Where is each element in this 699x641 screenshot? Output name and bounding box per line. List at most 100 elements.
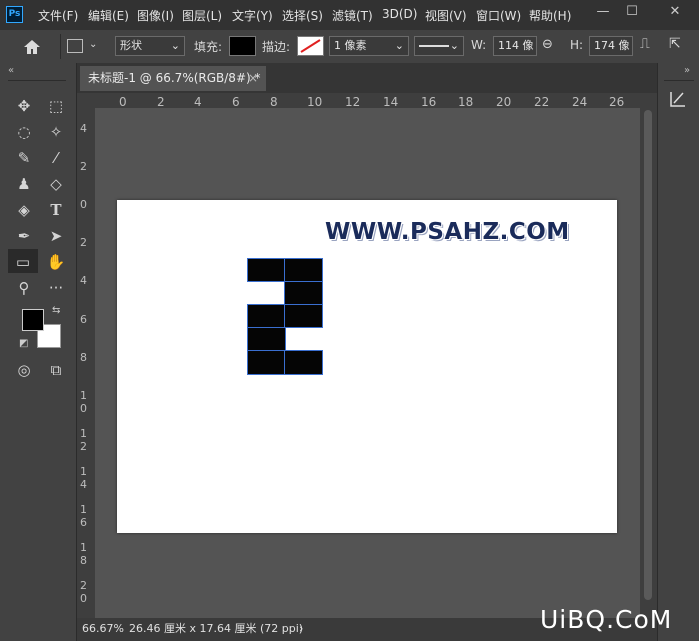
eraser-tool-icon[interactable]: ◇	[44, 173, 68, 195]
stroke-width-select[interactable]: 1 像素 ⌄	[329, 36, 409, 56]
rectangle-tool-icon[interactable]: ▭	[11, 251, 35, 273]
document-tab-title: 未标题-1 @ 66.7%(RGB/8#) *	[88, 71, 261, 85]
ruler-tick-label: 18	[458, 95, 474, 109]
shape-block[interactable]	[247, 327, 286, 351]
properties-panel-icon[interactable]	[668, 89, 688, 109]
menu-file[interactable]: 文件(F)	[38, 7, 78, 24]
foreground-color-swatch[interactable]	[22, 309, 44, 331]
zoom-level[interactable]: 66.67%	[82, 618, 124, 639]
stroke-type-select[interactable]: ⌄	[414, 36, 464, 56]
width-input[interactable]: 114 像	[493, 36, 537, 56]
shape-block[interactable]	[247, 304, 286, 328]
type-tool-icon[interactable]: T	[44, 199, 68, 221]
menu-image[interactable]: 图像(I)	[137, 7, 174, 24]
menu-filter[interactable]: 滤镜(T)	[332, 7, 373, 24]
photoshop-logo-icon[interactable]: Ps	[6, 6, 23, 23]
line-style-icon	[419, 45, 449, 47]
menu-select[interactable]: 选择(S)	[282, 7, 323, 24]
path-select-tool-icon[interactable]: ➤	[44, 225, 68, 247]
ruler-tick-label: 4	[194, 95, 202, 109]
chevron-down-icon: ⌄	[394, 39, 404, 52]
restore-button[interactable]: ☐	[617, 0, 647, 26]
menu-type[interactable]: 文字(Y)	[232, 7, 273, 24]
eyedropper-tool-icon[interactable]: ✎	[12, 147, 36, 169]
ruler-tick-label: 8	[80, 351, 87, 364]
scrollbar-thumb[interactable]	[644, 110, 652, 600]
path-operations-icon[interactable]: ⎍	[640, 36, 650, 52]
ruler-tick-label: 6	[80, 516, 87, 529]
vertical-ruler[interactable]: 4 2 0 2 4 6 8 1 0 1 2 1 4 1 6 1 8 2 0	[77, 108, 96, 618]
menu-help[interactable]: 帮助(H)	[529, 7, 571, 24]
ruler-tick-label: 2	[80, 160, 87, 173]
chevron-down-icon[interactable]: ⌄	[89, 39, 97, 50]
lasso-tool-icon[interactable]: ◌	[12, 121, 36, 143]
shape-block[interactable]	[284, 350, 323, 375]
ruler-tick-label: 20	[496, 95, 512, 109]
shape-block[interactable]	[284, 304, 323, 328]
minimize-button[interactable]: —	[588, 0, 618, 26]
ruler-tick-label: 14	[383, 95, 399, 109]
document-tab[interactable]: 未标题-1 @ 66.7%(RGB/8#) * ×	[80, 66, 266, 91]
ruler-tick-label: 2	[157, 95, 165, 109]
footer-watermark: UiBQ.CoM	[540, 605, 673, 634]
shape-rect-icon[interactable]	[67, 39, 83, 53]
close-window-button[interactable]: ✕	[660, 0, 690, 26]
menu-edit[interactable]: 编辑(E)	[88, 7, 129, 24]
screen-mode-icon[interactable]: ⧉	[44, 359, 68, 381]
magic-wand-tool-icon[interactable]: ✧	[44, 121, 68, 143]
more-tools-icon[interactable]: ···	[44, 277, 68, 299]
zoom-tool-icon[interactable]: ⚲	[12, 277, 36, 299]
ruler-tick-label: 1	[80, 427, 87, 440]
options-bar: ⌄ 形状 ⌄ 填充: 描边: 1 像素 ⌄ ⌄ W: 114 像 ⊖ H: 174 …	[0, 30, 699, 64]
shape-block[interactable]	[247, 258, 286, 282]
link-icon[interactable]: ⊖	[542, 37, 553, 52]
fill-color-swatch[interactable]	[229, 36, 256, 56]
canvas-watermark-text: WWW.PSAHZ.COM	[325, 219, 570, 245]
tool-mode-value: 形状	[120, 39, 142, 52]
ruler-tick-label: 4	[80, 274, 87, 287]
ruler-tick-label: 2	[80, 579, 87, 592]
home-icon[interactable]	[22, 38, 42, 56]
horizontal-ruler[interactable]: 0 2 4 6 8 10 12 14 16 18 20 22 24 26	[95, 93, 640, 109]
ruler-tick-label: 2	[80, 236, 87, 249]
ruler-tick-label: 8	[80, 554, 87, 567]
move-tool-icon[interactable]: ✥	[12, 95, 36, 117]
menu-3d[interactable]: 3D(D)	[382, 7, 417, 21]
path-align-icon[interactable]: ⇱	[669, 36, 681, 52]
height-input[interactable]: 174 像	[589, 36, 633, 56]
marquee-tool-icon[interactable]: ⬚	[44, 95, 68, 117]
divider	[60, 34, 61, 59]
swap-colors-icon[interactable]: ⇆	[52, 305, 60, 316]
shape-block[interactable]	[284, 258, 323, 282]
menu-view[interactable]: 视图(V)	[425, 7, 467, 24]
close-tab-icon[interactable]: ×	[248, 66, 258, 91]
ruler-tick-label: 16	[421, 95, 437, 109]
stamp-tool-icon[interactable]: ♟	[12, 173, 36, 195]
paint-bucket-tool-icon[interactable]: ◈	[12, 199, 36, 221]
hand-tool-icon[interactable]: ✋	[44, 251, 68, 273]
pen-tool-icon[interactable]: ✒	[12, 225, 36, 247]
collapse-icon[interactable]: «	[8, 65, 14, 76]
ruler-tick-label: 10	[307, 95, 323, 109]
right-panel-dock: »	[657, 63, 699, 641]
stroke-color-swatch[interactable]	[297, 36, 324, 56]
ruler-corner	[77, 93, 95, 108]
menu-layer[interactable]: 图层(L)	[182, 7, 222, 24]
document-canvas[interactable]	[117, 200, 617, 533]
ruler-tick-label: 26	[609, 95, 625, 109]
brush-tool-icon[interactable]: ⁄	[44, 147, 68, 169]
shape-block[interactable]	[247, 350, 286, 375]
expand-panels-icon[interactable]: »	[684, 65, 690, 76]
tool-mode-select[interactable]: 形状 ⌄	[115, 36, 185, 56]
status-menu-arrow-icon[interactable]: ›	[299, 618, 303, 639]
chevron-down-icon: ⌄	[170, 39, 180, 52]
ruler-tick-label: 24	[572, 95, 588, 109]
ruler-tick-label: 0	[80, 592, 87, 605]
menu-window[interactable]: 窗口(W)	[476, 7, 521, 24]
ruler-tick-label: 12	[345, 95, 361, 109]
quick-mask-icon[interactable]: ◎	[12, 359, 36, 381]
default-colors-icon[interactable]: ◩	[19, 338, 28, 349]
divider	[664, 80, 694, 81]
shape-block[interactable]	[284, 281, 323, 305]
ruler-tick-label: 4	[80, 122, 87, 135]
